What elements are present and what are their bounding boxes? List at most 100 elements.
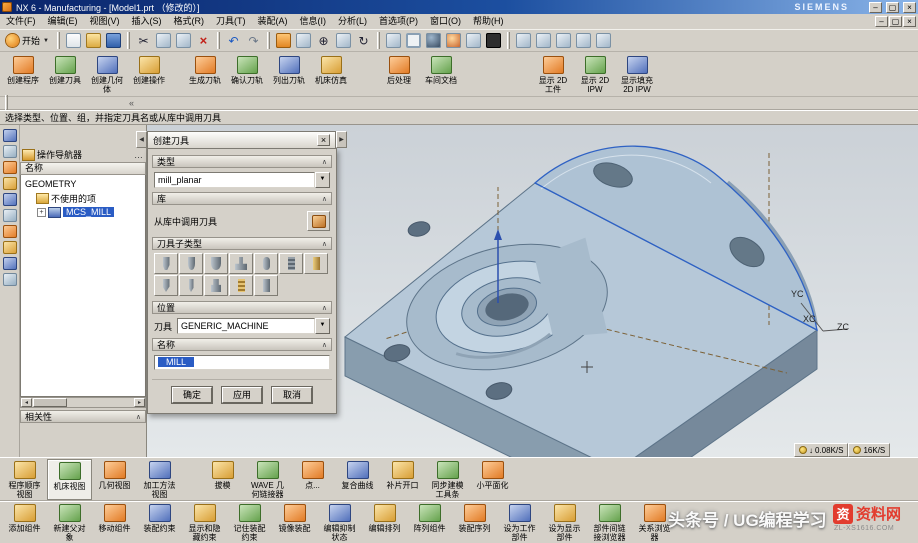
name-column-header[interactable]: 名称: [20, 162, 146, 175]
chevron-down-icon[interactable]: ▼: [315, 172, 330, 188]
tool-name-input[interactable]: MILL: [154, 355, 330, 370]
toolbar-button[interactable]: [424, 31, 443, 50]
toolbar-button[interactable]: [574, 31, 593, 50]
toolbar-grip[interactable]: [507, 32, 510, 49]
toolbar-button[interactable]: 编辑抑制 状态: [317, 502, 362, 543]
toolbar-button[interactable]: [154, 31, 173, 50]
menu-item[interactable]: 装配(A): [252, 14, 294, 29]
operation-navigator-icon[interactable]: [3, 177, 17, 190]
toolbar-button[interactable]: 装配序列: [452, 502, 497, 543]
menu-item[interactable]: 窗口(O): [424, 14, 467, 29]
toolbar-button[interactable]: 列出刀轨: [268, 54, 310, 85]
ok-button[interactable]: 确定: [172, 387, 212, 403]
tool-subtype-button[interactable]: [204, 275, 228, 296]
toolbar-button[interactable]: 生成刀轨: [184, 54, 226, 85]
toolbar-button[interactable]: 部件间链 接浏览器: [587, 502, 632, 543]
tool-parent-dropdown[interactable]: GENERIC_MACHINE ▼: [177, 318, 330, 334]
toolbar-button[interactable]: 同步建模 工具条: [425, 459, 470, 500]
menu-item[interactable]: 分析(L): [332, 14, 373, 29]
toolbar-button[interactable]: [514, 31, 533, 50]
scroll-left-icon[interactable]: ◂: [21, 398, 32, 407]
operation-navigator-header[interactable]: 操作导航器 …: [20, 147, 146, 162]
toolbar-button[interactable]: ✂: [134, 31, 153, 50]
constraint-navigator-icon[interactable]: [3, 145, 17, 158]
toolbar-button[interactable]: 后处理: [378, 54, 420, 85]
tool-subtype-button[interactable]: [254, 253, 278, 274]
web-browser-icon[interactable]: [3, 241, 17, 254]
toolbar-button[interactable]: ↷: [244, 31, 263, 50]
tool-subtype-button[interactable]: [179, 253, 203, 274]
start-menu-button[interactable]: 开始 ▼: [2, 31, 53, 50]
menu-item[interactable]: 刀具(T): [210, 14, 252, 29]
hd3d-tools-icon[interactable]: [3, 225, 17, 238]
toolbar-grip[interactable]: [127, 32, 130, 49]
menu-item[interactable]: 信息(I): [294, 14, 333, 29]
tab-scroll-left-icon[interactable]: ◀: [136, 131, 147, 148]
toolbar-button[interactable]: ⊕: [314, 31, 333, 50]
toolbar-grip[interactable]: [5, 95, 8, 112]
menu-item[interactable]: 首选项(P): [373, 14, 424, 29]
toolbar-button[interactable]: 显示填充 2D IPW: [616, 54, 658, 94]
toolbar-button[interactable]: [294, 31, 313, 50]
tool-subtype-button[interactable]: [204, 253, 228, 274]
toolbar-button[interactable]: [404, 31, 423, 50]
toolbar-button[interactable]: [554, 31, 573, 50]
toolbar-button[interactable]: [594, 31, 613, 50]
cancel-button[interactable]: 取消: [272, 387, 312, 403]
toolbar-button[interactable]: 显示 2D 工件: [532, 54, 574, 94]
toolbar-button[interactable]: 小平面化: [470, 459, 515, 500]
tool-subtype-button[interactable]: [279, 253, 303, 274]
tree-row-selected[interactable]: + MCS_MILL: [21, 205, 145, 219]
minimize-button[interactable]: –: [869, 2, 882, 13]
toolbar-button[interactable]: 移动组件: [92, 502, 137, 543]
part-navigator-icon[interactable]: [3, 161, 17, 174]
toolbar-button[interactable]: [174, 31, 193, 50]
tab-scroll-right-icon[interactable]: ▶: [336, 131, 347, 148]
view-mode-button[interactable]: 程序顺序 视图: [2, 459, 47, 500]
menu-item[interactable]: 格式(R): [168, 14, 211, 29]
maximize-button[interactable]: ▢: [886, 2, 899, 13]
tool-subtype-button[interactable]: [179, 275, 203, 296]
toolbar-button[interactable]: [464, 31, 483, 50]
tool-subtype-button[interactable]: [154, 253, 178, 274]
tool-subtype-button[interactable]: [304, 253, 328, 274]
menu-item[interactable]: 视图(V): [84, 14, 126, 29]
toolbar-button[interactable]: [334, 31, 353, 50]
navigator-horizontal-scrollbar[interactable]: ◂ ▸: [20, 397, 146, 408]
toolbar-button[interactable]: [84, 31, 103, 50]
toolbar-button[interactable]: 镜像装配: [272, 502, 317, 543]
type-dropdown[interactable]: mill_planar ▼: [154, 172, 330, 188]
view-mode-button[interactable]: 加工方法 视图: [137, 459, 182, 500]
tree-expander-icon[interactable]: +: [37, 208, 46, 217]
toolbar-button[interactable]: ↻: [354, 31, 373, 50]
toolbar-button[interactable]: 新建父对 象: [47, 502, 92, 543]
call-tool-from-library-button[interactable]: [307, 211, 330, 231]
tool-subtype-button[interactable]: [229, 253, 253, 274]
toolbar-grip[interactable]: [267, 32, 270, 49]
toolbar-button[interactable]: 创建刀具: [44, 54, 86, 94]
toolbar-button[interactable]: 机床仿真: [310, 54, 352, 85]
dependencies-section-header[interactable]: 相关性 ∧: [20, 410, 146, 423]
tree-row[interactable]: GEOMETRY: [21, 177, 145, 191]
mdi-restore-button[interactable]: ▢: [889, 16, 902, 27]
toolbar-button[interactable]: ×: [194, 31, 213, 50]
tool-subtype-button[interactable]: [254, 275, 278, 296]
toolbar-button[interactable]: 确认刀轨: [226, 54, 268, 85]
mdi-minimize-button[interactable]: –: [875, 16, 888, 27]
toolbar-button[interactable]: 显示和隐 藏约束: [182, 502, 227, 543]
menu-item[interactable]: 插入(S): [126, 14, 168, 29]
menu-item[interactable]: 编辑(E): [42, 14, 84, 29]
toolbar-button[interactable]: 创建操作: [128, 54, 170, 94]
toolbar-button[interactable]: [64, 31, 83, 50]
toolbar-grip[interactable]: [377, 32, 380, 49]
toolbar-button[interactable]: 编辑排列: [362, 502, 407, 543]
view-mode-button[interactable]: 几何视图: [92, 459, 137, 500]
toolbar-button[interactable]: 创建几何 体: [86, 54, 128, 94]
toolbar-button[interactable]: 创建程序: [2, 54, 44, 94]
toolbar-button[interactable]: ↶: [224, 31, 243, 50]
mdi-close-button[interactable]: ×: [903, 16, 916, 27]
toolbar-button[interactable]: 阵列组件: [407, 502, 452, 543]
toolbar-button[interactable]: [484, 31, 503, 50]
toolbar-button[interactable]: 补片开口: [380, 459, 425, 500]
toolbar-button[interactable]: 拔模: [200, 459, 245, 500]
